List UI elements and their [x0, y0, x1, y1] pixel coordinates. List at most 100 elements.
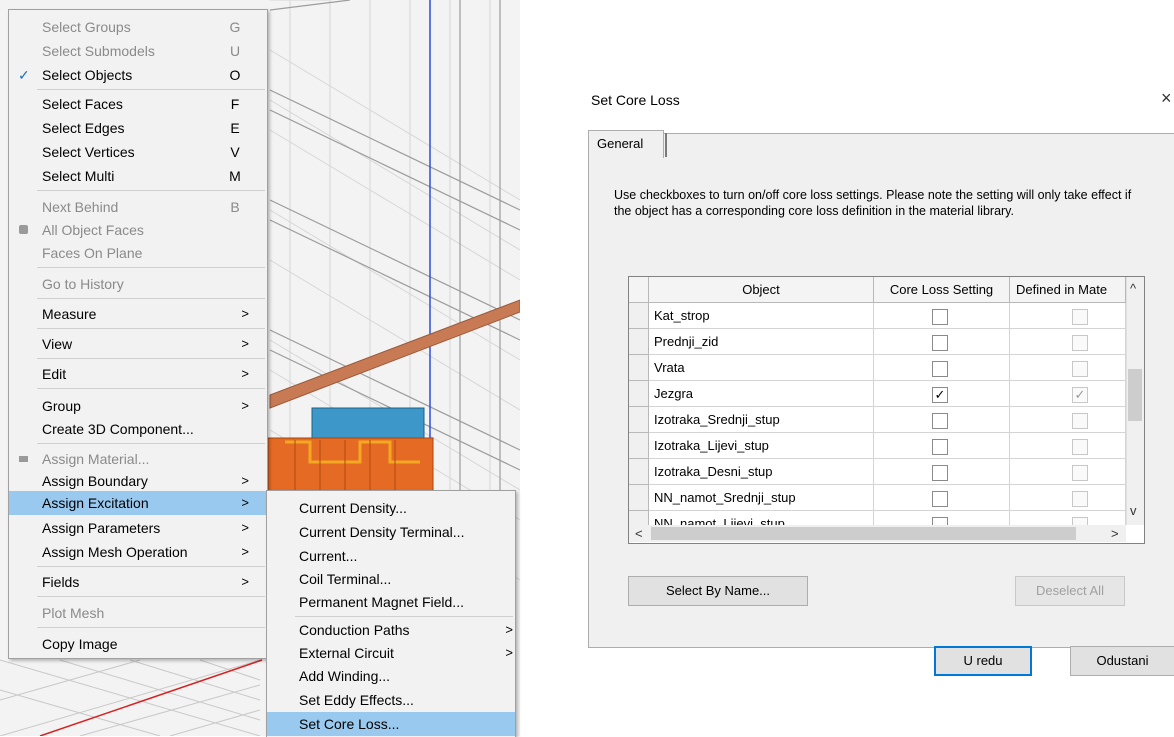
menu-item-assign-excitation[interactable]: Assign Excitation > [9, 491, 267, 515]
core-loss-checkbox[interactable] [932, 309, 948, 325]
menu-item-select-groups[interactable]: Select Groups G [9, 15, 267, 39]
defined-in-material-cell [1010, 433, 1126, 459]
menu-item-select-vertices[interactable]: Select Vertices V [9, 140, 267, 164]
horizontal-scroll-thumb[interactable] [651, 527, 1076, 540]
menu-item-copy-image[interactable]: Copy Image [9, 632, 267, 656]
core-loss-checkbox[interactable] [932, 465, 948, 481]
instructions-text: Use checkboxes to turn on/off core loss … [614, 188, 1132, 218]
chevron-right-icon: > [241, 366, 249, 381]
core-loss-cell [874, 329, 1010, 355]
menu-item-set-eddy-effects[interactable]: Set Eddy Effects... [267, 688, 515, 712]
menu-item-assign-material[interactable]: Assign Material... [9, 447, 267, 471]
defined-in-material-checkbox: ✓ [1072, 387, 1088, 403]
column-header-object[interactable]: Object [649, 277, 874, 303]
menu-item-measure[interactable]: Measure > [9, 302, 267, 326]
menu-item-current[interactable]: Current... [267, 544, 515, 568]
core-loss-cell [874, 303, 1010, 329]
row-selector[interactable] [629, 329, 649, 355]
menu-separator [37, 627, 265, 628]
row-selector[interactable] [629, 485, 649, 511]
chevron-right-icon: > [505, 645, 513, 660]
cancel-button[interactable]: Odustani [1070, 646, 1174, 676]
object-name-cell[interactable]: Izotraka_Srednji_stup [649, 407, 874, 433]
row-selector[interactable] [629, 303, 649, 329]
menu-separator [37, 358, 265, 359]
ok-button[interactable]: U redu [934, 646, 1032, 676]
column-header-defined-in-material[interactable]: Defined in Mate [1010, 277, 1126, 303]
defined-in-material-cell [1010, 355, 1126, 381]
defined-in-material-cell [1010, 459, 1126, 485]
menu-item-permanent-magnet-field[interactable]: Permanent Magnet Field... [267, 590, 515, 614]
core-loss-cell [874, 433, 1010, 459]
object-name-cell[interactable]: Vrata [649, 355, 874, 381]
core-loss-checkbox[interactable] [932, 361, 948, 377]
core-loss-checkbox[interactable] [932, 439, 948, 455]
close-icon[interactable]: × [1161, 88, 1172, 109]
menu-item-next-behind[interactable]: Next Behind B [9, 195, 267, 219]
select-by-name-button[interactable]: Select By Name... [628, 576, 808, 606]
defined-in-material-checkbox [1072, 491, 1088, 507]
menu-item-go-to-history[interactable]: Go to History [9, 272, 267, 296]
menu-item-fields[interactable]: Fields > [9, 570, 267, 594]
defined-in-material-checkbox [1072, 413, 1088, 429]
vertical-scroll-thumb[interactable] [1128, 369, 1142, 421]
row-selector[interactable] [629, 433, 649, 459]
menu-item-current-density-terminal[interactable]: Current Density Terminal... [267, 520, 515, 544]
row-selector[interactable] [629, 459, 649, 485]
excitation-submenu: Current Density... Current Density Termi… [266, 490, 516, 737]
menu-item-select-edges[interactable]: Select Edges E [9, 116, 267, 140]
defined-in-material-cell [1010, 407, 1126, 433]
object-name-cell[interactable]: Izotraka_Desni_stup [649, 459, 874, 485]
menu-item-view[interactable]: View > [9, 332, 267, 356]
menu-separator [37, 267, 265, 268]
menu-item-select-objects[interactable]: ✓ Select Objects O [9, 63, 267, 87]
deselect-all-button[interactable]: Deselect All [1015, 576, 1125, 606]
column-header-core-loss-setting[interactable]: Core Loss Setting [874, 277, 1010, 303]
menu-item-add-winding[interactable]: Add Winding... [267, 664, 515, 688]
menu-item-create-3d-component[interactable]: Create 3D Component... [9, 417, 267, 441]
menu-item-edit[interactable]: Edit > [9, 362, 267, 386]
material-icon [19, 456, 28, 462]
object-name-cell[interactable]: Prednji_zid [649, 329, 874, 355]
chevron-right-icon: > [505, 622, 513, 637]
scroll-left-icon[interactable]: < [635, 526, 643, 541]
menu-item-plot-mesh[interactable]: Plot Mesh [9, 601, 267, 625]
menu-item-external-circuit[interactable]: External Circuit > [267, 641, 515, 665]
scroll-down-icon[interactable]: v [1130, 503, 1137, 518]
core-loss-cell: ✓ [874, 381, 1010, 407]
menu-item-select-faces[interactable]: Select Faces F [9, 92, 267, 116]
menu-item-assign-boundary[interactable]: Assign Boundary > [9, 469, 267, 493]
dialog-title: Set Core Loss [591, 92, 680, 108]
menu-item-select-multi[interactable]: Select Multi M [9, 164, 267, 188]
menu-separator [37, 596, 265, 597]
menu-item-assign-parameters[interactable]: Assign Parameters > [9, 516, 267, 540]
menu-item-select-submodels[interactable]: Select Submodels U [9, 39, 267, 63]
scroll-right-icon[interactable]: > [1111, 526, 1119, 541]
object-name-cell[interactable]: Kat_strop [649, 303, 874, 329]
menu-separator [295, 616, 513, 617]
scroll-up-icon[interactable]: ^ [1130, 281, 1136, 296]
row-selector[interactable] [629, 381, 649, 407]
menu-item-faces-on-plane[interactable]: Faces On Plane [9, 241, 267, 265]
core-loss-cell [874, 459, 1010, 485]
core-loss-checkbox[interactable] [932, 335, 948, 351]
row-selector[interactable] [629, 407, 649, 433]
menu-item-current-density[interactable]: Current Density... [267, 496, 515, 520]
core-loss-checkbox[interactable]: ✓ [932, 387, 948, 403]
menu-item-assign-mesh-operation[interactable]: Assign Mesh Operation > [9, 540, 267, 564]
object-name-cell[interactable]: NN_namot_Srednji_stup [649, 485, 874, 511]
menu-item-coil-terminal[interactable]: Coil Terminal... [267, 567, 515, 591]
defined-in-material-checkbox [1072, 361, 1088, 377]
core-loss-checkbox[interactable] [932, 413, 948, 429]
context-menu: Select Groups G Select Submodels U ✓ Select… [8, 9, 268, 659]
object-name-cell[interactable]: Jezgra [649, 381, 874, 407]
chevron-right-icon: > [241, 473, 249, 488]
menu-item-set-core-loss[interactable]: Set Core Loss... [267, 712, 515, 736]
menu-item-conduction-paths[interactable]: Conduction Paths > [267, 618, 515, 642]
object-name-cell[interactable]: Izotraka_Lijevi_stup [649, 433, 874, 459]
menu-item-all-object-faces[interactable]: All Object Faces [9, 218, 267, 242]
menu-item-group[interactable]: Group > [9, 394, 267, 418]
row-selector[interactable] [629, 355, 649, 381]
core-loss-checkbox[interactable] [932, 491, 948, 507]
tab-general[interactable]: General [588, 130, 667, 158]
